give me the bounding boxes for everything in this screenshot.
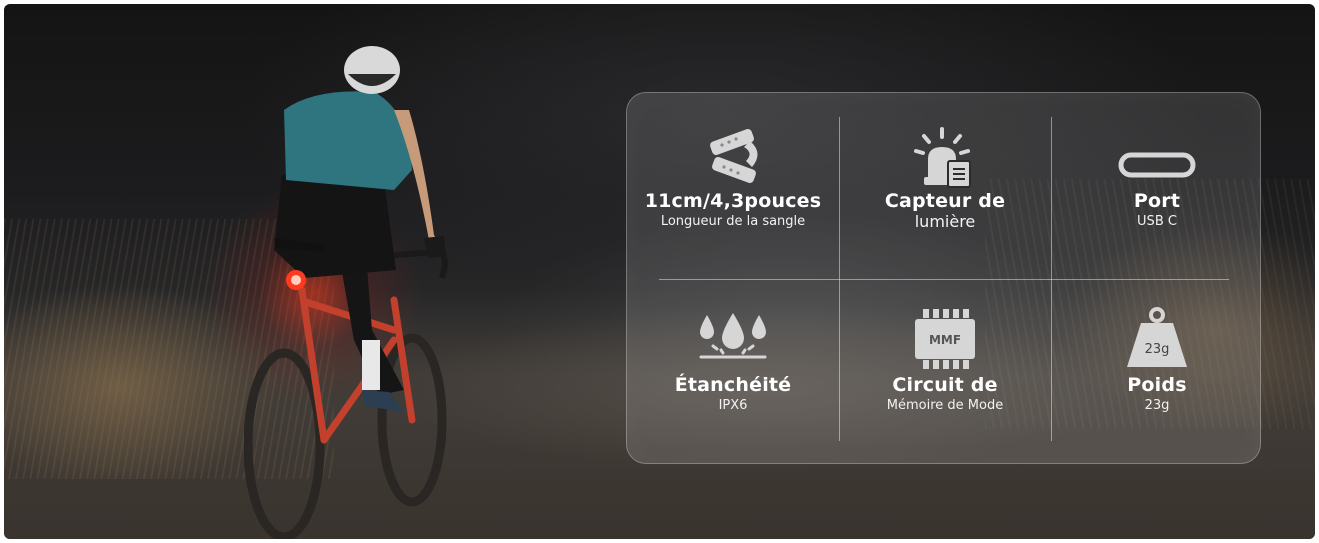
rider-shorts xyxy=(274,175,396,278)
spec-strap-length: 11cm/4,3pouces Longueur de la sangle xyxy=(633,127,833,231)
spec-title: Poids xyxy=(1127,374,1187,396)
spec-subtitle: lumière xyxy=(914,212,976,231)
tail-light-core xyxy=(291,275,301,285)
spec-panel: 11cm/4,3pouces Longueur de la sangle Cap… xyxy=(626,92,1261,464)
spec-title: Port xyxy=(1133,190,1181,212)
rider-shoe xyxy=(362,390,404,412)
spec-usb-port: Port USB C xyxy=(1057,127,1257,231)
spec-subtitle: USB C xyxy=(1137,214,1177,229)
weight-icon: 23g xyxy=(1127,307,1187,367)
light-sensor-icon xyxy=(914,127,971,188)
spec-title: Circuit de xyxy=(892,374,998,396)
spec-title: Étanchéité xyxy=(674,374,792,396)
product-banner: 11cm/4,3pouces Longueur de la sangle Cap… xyxy=(4,4,1315,539)
bike-rear-wheel xyxy=(244,348,325,539)
rider-jersey xyxy=(284,91,412,190)
memory-chip-icon: MMF xyxy=(915,309,975,369)
strap-icon xyxy=(710,129,758,183)
cyclist-illustration xyxy=(244,46,448,539)
rider-sock xyxy=(362,340,380,390)
rider-helmet xyxy=(344,46,400,94)
spec-waterproof: Étanchéité IPX6 xyxy=(633,307,833,415)
spec-subtitle: Longueur de la sangle xyxy=(660,214,806,229)
chip-label: MMF xyxy=(929,333,961,347)
divider-horizontal xyxy=(659,279,1229,280)
water-drops-icon xyxy=(699,313,767,359)
spec-weight: 23g Poids 23g xyxy=(1057,307,1257,415)
spec-subtitle: Mémoire de Mode xyxy=(886,398,1004,413)
spec-subtitle: IPX6 xyxy=(718,398,748,413)
spec-light-sensor: Capteur de lumière xyxy=(845,127,1045,231)
weight-label: 23g xyxy=(1145,342,1170,357)
usb-c-port-icon xyxy=(1118,152,1196,178)
spec-memory-circuit: MMF Circuit de Mémoire de Mode xyxy=(845,307,1045,415)
spec-title: Capteur de xyxy=(884,190,1006,212)
spec-subtitle: 23g xyxy=(1144,398,1170,413)
spec-title: 11cm/4,3pouces xyxy=(644,190,822,212)
